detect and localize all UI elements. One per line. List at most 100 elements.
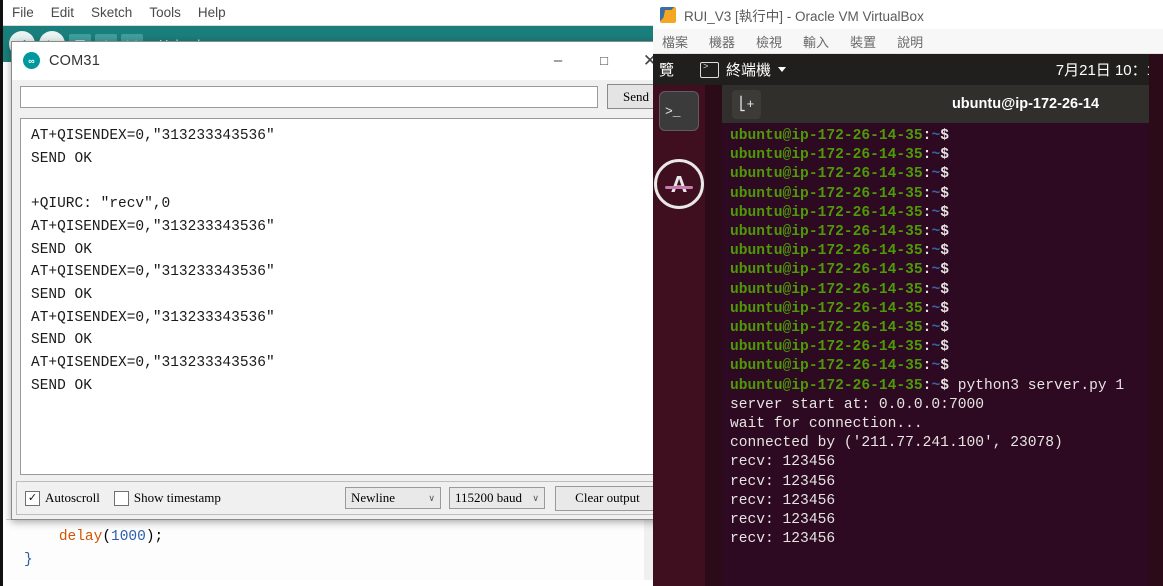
serial-output-line: [31, 170, 656, 193]
terminal-prompt-user: ubuntu@ip-172-26-14-35: [730, 281, 923, 298]
ubuntu-top-bar: 覽 終端機 7月21日 10：1: [653, 54, 1163, 85]
ubuntu-clock[interactable]: 7月21日 10：1: [1056, 59, 1155, 80]
baud-rate-select[interactable]: 115200 baud ∨: [449, 487, 545, 509]
show-timestamp-label: Show timestamp: [133, 490, 221, 505]
terminal-prompt-user: ubuntu@ip-172-26-14-35: [730, 320, 923, 337]
terminal-prompt-line: ubuntu@ip-172-26-14-35:~$: [730, 338, 1149, 357]
terminal-prompt-path: ~: [931, 166, 941, 183]
vbox-menu-machine[interactable]: 機器: [709, 32, 735, 51]
terminal-prompt-sigil: $: [940, 358, 949, 375]
code-token-paren-open: (: [102, 529, 112, 545]
serial-output-line: AT+QISENDEX=0,"313233343536": [31, 128, 275, 144]
virtualbox-menubar: 檔案 機器 檢視 輸入 裝置 說明: [653, 29, 1163, 54]
show-timestamp-check-icon: [113, 490, 129, 506]
terminal-prompt-sigil: $: [940, 300, 949, 317]
terminal-prompt-line: ubuntu@ip-172-26-14-35:~$: [730, 319, 1149, 338]
menu-item-help[interactable]: Help: [198, 5, 226, 20]
terminal-prompt-sigil: $: [940, 147, 949, 164]
serial-output-line: SEND OK: [31, 241, 92, 258]
send-button[interactable]: Send: [607, 84, 656, 109]
terminal-header: ⎣+ ubuntu@ip-172-26-14: [722, 85, 1149, 123]
terminal-prompt-user: ubuntu@ip-172-26-14-35: [730, 262, 923, 279]
terminal-prompt-user: ubuntu@ip-172-26-14-35: [730, 204, 923, 221]
terminal-prompt-sigil: $: [940, 262, 949, 279]
serial-output-line: SEND OK: [31, 332, 92, 349]
terminal-prompt-path: ~: [931, 224, 941, 241]
code-token-number: 1000: [111, 529, 146, 545]
terminal-prompt-path: ~: [931, 262, 941, 279]
terminal-command-line: ubuntu@ip-172-26-14-35:~$ python3 server…: [730, 377, 1149, 396]
terminal-prompt-path: ~: [931, 281, 941, 298]
terminal-prompt-sigil: $: [940, 281, 949, 298]
terminal-output-line: connected by ('211.77.241.100', 23078): [730, 435, 1063, 452]
terminal-window: ⎣+ ubuntu@ip-172-26-14 ubuntu@ip-172-26-…: [722, 85, 1149, 586]
launcher-amazon-icon[interactable]: A: [654, 159, 704, 209]
serial-monitor-toolbar: ✓ Autoscroll Show timestamp Newline ∨ 11…: [16, 481, 656, 515]
terminal-prompt-user: ubuntu@ip-172-26-14-35: [730, 377, 923, 394]
terminal-prompt-path: ~: [931, 185, 941, 202]
autoscroll-checkbox[interactable]: ✓ Autoscroll: [25, 490, 100, 506]
terminal-prompt-sigil: $: [940, 320, 949, 337]
terminal-command-text: python3 server.py 1: [948, 377, 1125, 394]
terminal-prompt-sigil: $: [940, 128, 949, 144]
terminal-prompt-user: ubuntu@ip-172-26-14-35: [730, 147, 923, 164]
show-timestamp-checkbox[interactable]: Show timestamp: [113, 490, 221, 506]
terminal-prompt-line: ubuntu@ip-172-26-14-35:~$: [730, 204, 1149, 223]
terminal-prompt-path: ~: [931, 320, 941, 337]
launcher-terminal-icon[interactable]: >_: [659, 91, 699, 131]
serial-monitor-titlebar[interactable]: ∞ COM31 – □ ✕: [12, 42, 656, 80]
terminal-prompt-sigil: $: [940, 224, 949, 241]
terminal-prompt-path: ~: [931, 377, 941, 394]
ubuntu-app-name: 終端機: [726, 62, 772, 79]
menu-item-edit[interactable]: Edit: [51, 5, 74, 20]
arduino-ide-window: File Edit Sketch Tools Help ✓ ➤ ◫ ⮝ ⮟ Up…: [0, 0, 656, 586]
clear-output-button[interactable]: Clear output: [555, 485, 656, 511]
vbox-menu-file[interactable]: 檔案: [662, 32, 688, 51]
code-line-closing-brace: }: [24, 552, 33, 568]
terminal-prompt-user: ubuntu@ip-172-26-14-35: [730, 300, 923, 317]
close-icon[interactable]: ✕: [627, 42, 656, 79]
menu-item-file[interactable]: File: [12, 5, 34, 20]
terminal-title: ubuntu@ip-172-26-14: [951, 96, 1100, 112]
vbox-menu-devices[interactable]: 裝置: [850, 32, 876, 51]
vbox-menu-view[interactable]: 檢視: [756, 32, 782, 51]
maximize-icon[interactable]: □: [581, 42, 627, 79]
terminal-prompt-line: ubuntu@ip-172-26-14-35:~$: [730, 281, 1149, 300]
terminal-prompt-line: ubuntu@ip-172-26-14-35:~$: [730, 223, 1149, 242]
virtualbox-window: RUI_V3 [執行中] - Oracle VM VirtualBox 檔案 機…: [653, 0, 1163, 586]
line-ending-select[interactable]: Newline ∨: [345, 487, 441, 509]
menu-item-sketch[interactable]: Sketch: [91, 5, 132, 20]
terminal-prompt-sigil: $: [940, 166, 949, 183]
terminal-prompt-line: ubuntu@ip-172-26-14-35:~$: [730, 357, 1149, 376]
terminal-output-line: recv: 123456: [730, 454, 836, 471]
terminal-prompt-sigil: $: [940, 185, 949, 202]
autoscroll-label: Autoscroll: [45, 490, 100, 505]
terminal-prompt-line: ubuntu@ip-172-26-14-35:~$: [730, 185, 1149, 204]
caret-down-icon[interactable]: [778, 67, 787, 72]
ubuntu-guest-screen: 覽 終端機 7月21日 10：1 >_ A ⎣+ ubuntu@ip-172-2…: [653, 54, 1163, 586]
code-editor[interactable]: delay(1000); }: [6, 519, 644, 580]
vbox-menu-help[interactable]: 說明: [897, 32, 923, 51]
terminal-prompt-path: ~: [931, 339, 941, 356]
ubuntu-app-menu[interactable]: 終端機: [700, 59, 787, 80]
terminal-prompt-line: ubuntu@ip-172-26-14-35:~$: [730, 146, 1149, 165]
terminal-prompt-path: ~: [931, 128, 941, 144]
serial-output-line: AT+QISENDEX=0,"313233343536": [31, 218, 275, 235]
serial-command-input[interactable]: [20, 85, 598, 108]
terminal-prompt-user: ubuntu@ip-172-26-14-35: [730, 185, 923, 202]
activities-overview-label[interactable]: 覽: [659, 59, 674, 80]
terminal-prompt-line: ubuntu@ip-172-26-14-35:~$: [730, 242, 1149, 261]
terminal-prompt-path: ~: [931, 147, 941, 164]
terminal-prompt-line: ubuntu@ip-172-26-14-35:~$: [730, 127, 1149, 146]
terminal-output-line: wait for connection...: [730, 416, 923, 433]
terminal-prompt-line: ubuntu@ip-172-26-14-35:~$: [730, 261, 1149, 280]
menu-item-tools[interactable]: Tools: [149, 5, 181, 20]
terminal-output-line: recv: 123456: [730, 512, 836, 529]
virtualbox-titlebar[interactable]: RUI_V3 [執行中] - Oracle VM VirtualBox: [653, 0, 1163, 29]
terminal-prompt-user: ubuntu@ip-172-26-14-35: [730, 339, 923, 356]
terminal-output[interactable]: ubuntu@ip-172-26-14-35:~$ ubuntu@ip-172-2…: [722, 123, 1149, 586]
serial-output-line: AT+QISENDEX=0,"313233343536": [31, 355, 275, 372]
autoscroll-check-icon: ✓: [25, 490, 40, 506]
minimize-icon[interactable]: –: [535, 42, 581, 79]
vbox-menu-input[interactable]: 輸入: [803, 32, 829, 51]
